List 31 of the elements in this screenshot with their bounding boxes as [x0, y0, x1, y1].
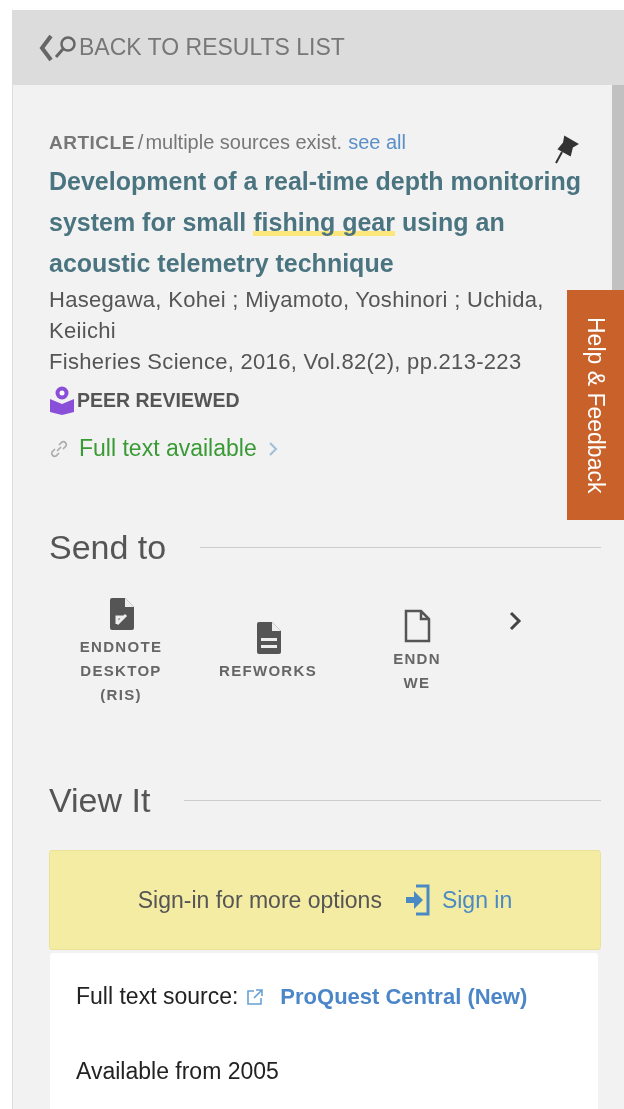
chevron-right-icon[interactable] — [507, 609, 523, 633]
external-link-icon — [246, 987, 265, 1006]
separator: / — [137, 131, 144, 154]
sign-in-icon — [403, 883, 432, 917]
file-export-icon — [107, 597, 135, 631]
full-text-source-label: Full text source: — [76, 983, 239, 1010]
record-type: ARTICLE — [49, 132, 135, 154]
scrollbar-thumb[interactable] — [612, 85, 624, 290]
proquest-link[interactable]: ProQuest Central (New) — [280, 983, 528, 1010]
file-icon — [403, 609, 431, 643]
export-option[interactable]: ENDN WE — [382, 609, 452, 695]
peer-reviewed-icon — [49, 385, 75, 415]
sources-note: multiple sources exist. — [145, 131, 343, 154]
sign-in-note: Sign-in for more options — [137, 886, 382, 914]
pin-icon[interactable] — [553, 135, 579, 165]
full-text-available-link[interactable]: Full text available — [79, 435, 257, 462]
authors: Hasegawa, Kohei ; Miyamoto, Yoshinori ; Uchida, Keiichi — [49, 286, 545, 345]
see-all-link[interactable]: see all — [348, 131, 406, 154]
back-to-results-link[interactable]: BACK TO RESULTS LIST — [37, 31, 345, 64]
file-text-icon — [254, 621, 282, 655]
help-feedback-tab[interactable]: Help & Feedback — [567, 290, 624, 520]
section-heading: Send to — [49, 528, 167, 567]
available-from-text: Available from 2005 — [76, 1058, 280, 1085]
peer-reviewed-label: PEER REVIEWED — [77, 388, 240, 412]
export-option[interactable]: ENDNOTE DESKTOP (RIS) — [63, 597, 179, 707]
link-icon — [49, 438, 69, 459]
record-title[interactable]: Development of a real-time depth monitoring system for small fishing gear using an acoustic telemetry technique — [49, 161, 599, 284]
sign-in-link[interactable]: Sign in — [403, 883, 513, 917]
export-option[interactable]: REFWORKS — [214, 621, 322, 683]
source-citation: Fisheries Science, 2016, Vol.82(2), pp.213-223 — [49, 348, 523, 376]
section-heading: View It — [49, 781, 151, 820]
